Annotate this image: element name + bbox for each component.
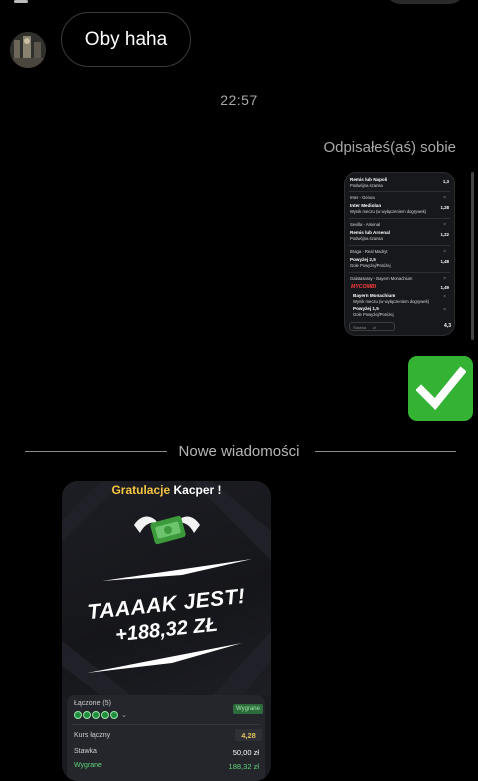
slip-row-title: Powyżej 2,5 (350, 257, 376, 262)
slip-remove-icon: × (443, 249, 446, 255)
avatar[interactable] (10, 32, 46, 68)
chevron-down-icon: ⌄ (121, 712, 127, 719)
won-value: 188,32 zł (228, 762, 259, 771)
top-edge-fragment (14, 0, 28, 3)
slip-row-sub: Gole Powyżej/Poniżej (350, 263, 391, 268)
slip-row-title: Remis lub Arsenal (350, 230, 390, 235)
total-odds-value: 4,28 (235, 729, 262, 741)
slip-remove-icon: × (443, 222, 446, 228)
slip-row-sub: Wynik meczu (w wyłączeniem dogrywek) (353, 299, 430, 304)
slip-divider (349, 245, 450, 246)
stake-field-label: Stawka (353, 325, 367, 330)
congrats-title: Gratulacje Kacper ! (62, 483, 271, 497)
avatar-photo (10, 32, 46, 68)
slip-match: Inter - Genoa (350, 195, 375, 200)
slip-remove-icon: × (443, 195, 446, 201)
slip-odd: 1,48 (440, 259, 449, 264)
slip-match: Galatasaray - Bayern Monachium (350, 276, 413, 281)
congrats-word: Gratulacje (111, 483, 171, 497)
total-odds-label: Kurs łączny (74, 732, 111, 739)
received-message-bubble[interactable]: Oby haha (61, 12, 191, 67)
stake-label: Stawka (74, 748, 97, 755)
win-card-image[interactable]: Gratulacje Kacper ! TAAAAK JEST! +188,32… (62, 481, 271, 781)
winner-name: Kacper ! (173, 483, 222, 497)
slip-row-title: Remis lub Napoli (350, 177, 388, 182)
slip-remove-icon: × (443, 307, 446, 313)
leg-won-dot (83, 711, 91, 719)
slip-match: Braga - Real Madryt (350, 249, 388, 254)
slip-match: Sevilla - Arsenal (350, 222, 381, 227)
previous-message-bubble[interactable] (384, 0, 466, 4)
bet-slip-image[interactable]: Remis lub Napoli Podwójna szansa 1,3 Int… (344, 172, 455, 336)
new-messages-divider: Nowe wiadomości (0, 443, 478, 460)
leg-won-dot (101, 711, 109, 719)
combined-label: Łączone (5) (74, 700, 111, 707)
slip-total-odds: 4,3 (444, 323, 451, 329)
leg-won-dot (92, 711, 100, 719)
panel-divider (72, 724, 260, 725)
slip-divider (349, 218, 450, 219)
slip-row-title: Inter Mediolan (350, 203, 382, 208)
slip-row-sub: Podwójna szansa (350, 183, 383, 188)
status-badge: Wygrane (233, 704, 263, 714)
stake-currency: zł (372, 325, 376, 330)
slip-odd: 1,22 (440, 232, 449, 237)
won-label: Wygrane (74, 762, 102, 769)
stake-field: Stawka zł (349, 322, 395, 331)
slip-remove-icon: × (443, 294, 446, 300)
slip-divider (349, 272, 450, 273)
slip-row-sub: Wynik meczu (w wyłączeniem dogrywek) (350, 209, 427, 214)
check-mark-glyph (415, 365, 466, 410)
leg-won-dot (74, 711, 82, 719)
new-messages-label: Nowe wiadomości (168, 443, 310, 460)
stake-value: 50,00 zł (232, 748, 259, 757)
slip-odd: 1,3 (442, 179, 449, 184)
slip-row-sub: Podwójna szansa (350, 236, 383, 241)
slip-row-sub: Gole Powyżej/Poniżej (353, 312, 394, 317)
flying-money-icon (132, 505, 202, 557)
slip-odd: 1,49 (440, 285, 449, 290)
message-timestamp: 22:57 (220, 92, 258, 108)
slip-divider (349, 191, 450, 192)
slip-remove-icon: × (443, 276, 446, 282)
bet-summary-panel: Łączone (5) Wygrane ⌄ Kurs łączny 4,28 S… (67, 695, 265, 781)
slip-row-title: Powyżej 1,5 (353, 306, 379, 311)
slip-row-title: Bayern Monachium (353, 293, 396, 298)
check-mark-icon[interactable] (408, 356, 473, 421)
reply-indicator-bar (471, 172, 474, 340)
reply-label: Odpisałeś(aś) sobie (323, 139, 456, 156)
leg-indicators: ⌄ (74, 711, 127, 719)
leg-won-dot (110, 711, 118, 719)
slip-odd: 1,28 (440, 205, 449, 210)
mycombi-label: MYCOMBI (351, 284, 377, 290)
message-text: Oby haha (84, 28, 168, 50)
